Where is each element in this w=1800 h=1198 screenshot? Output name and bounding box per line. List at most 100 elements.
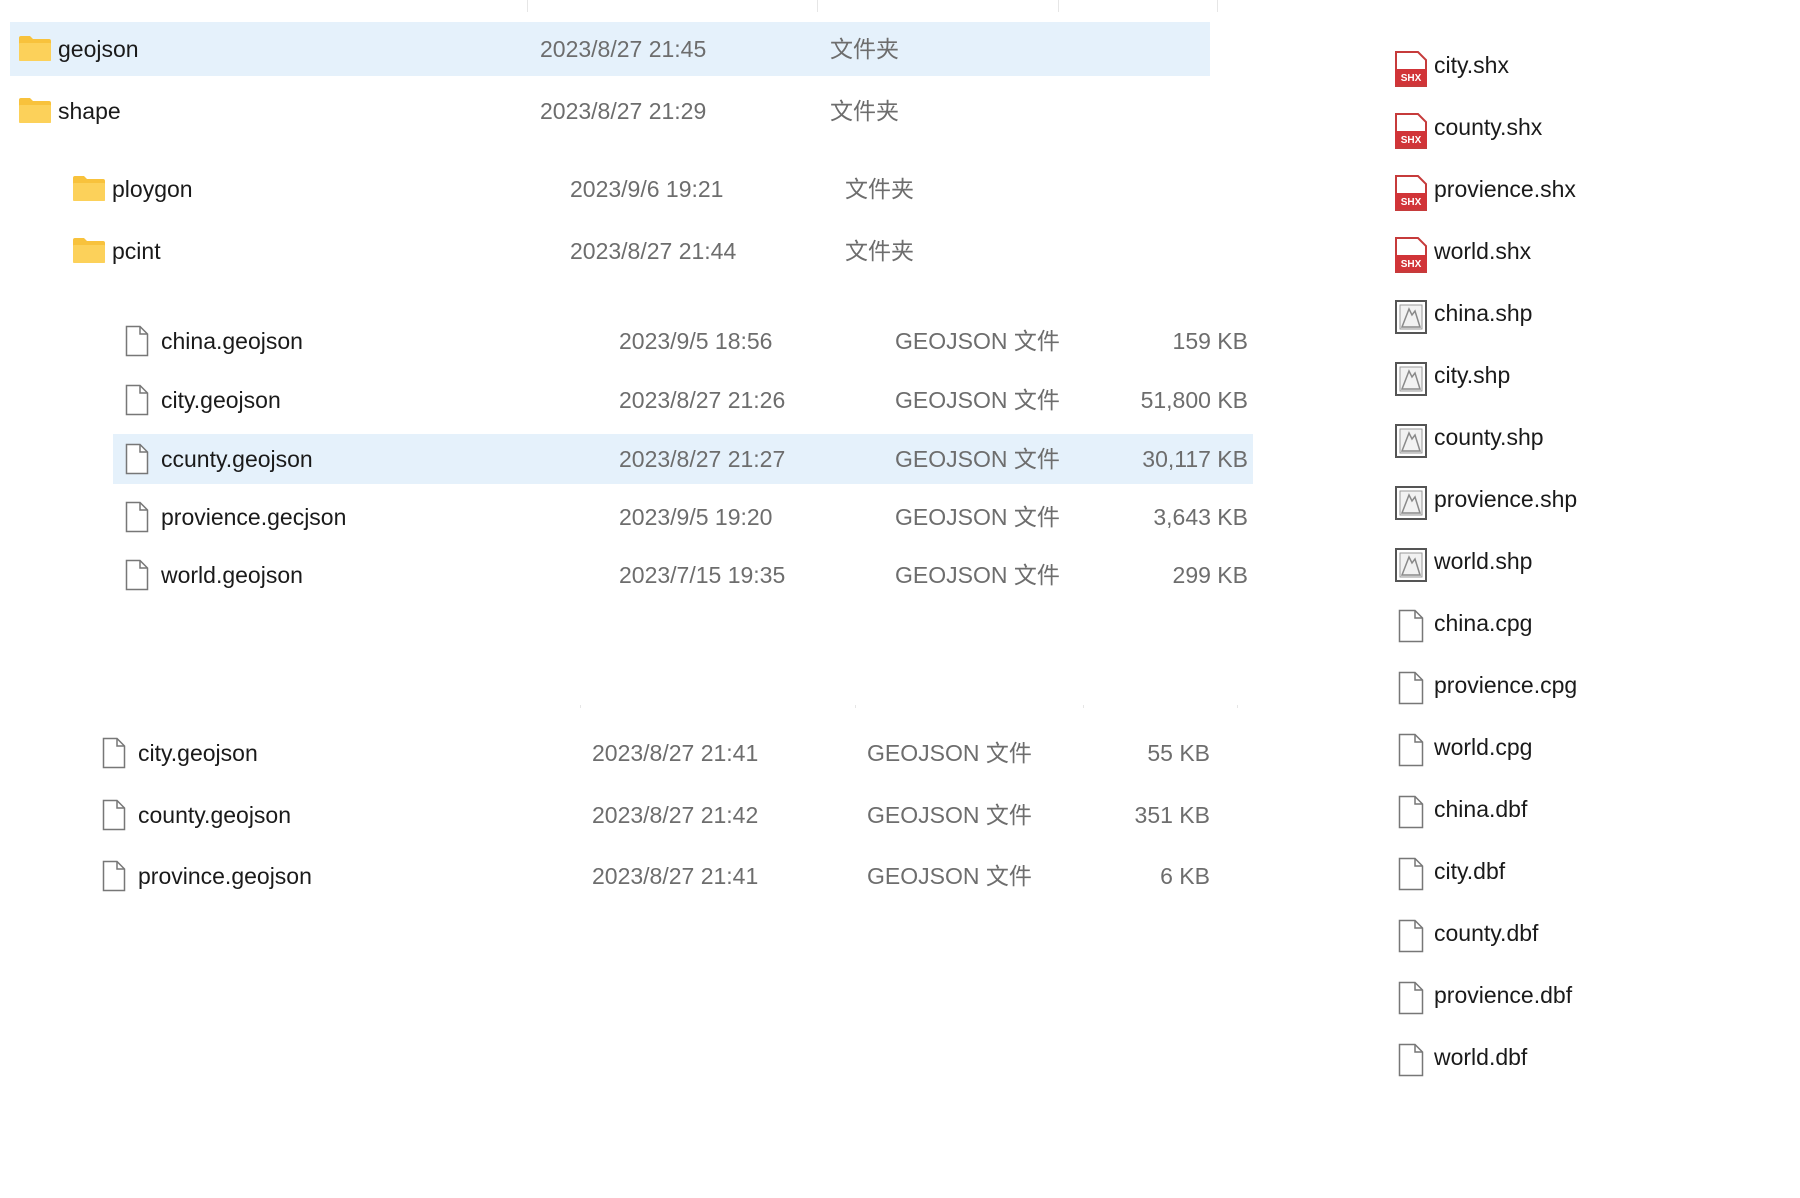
shp-file-icon — [1394, 423, 1428, 464]
shp-file-icon — [1394, 547, 1428, 588]
column-divider — [1217, 0, 1218, 12]
file-row[interactable]: ccunty.geojson 2023/8/27 21:27 GEOJSON 文… — [113, 434, 1253, 484]
date-modified: 2023/8/27 21:27 — [619, 446, 786, 472]
file-type: 文件夹 — [830, 98, 899, 124]
folder-icon — [18, 96, 52, 129]
file-name: china.cpg — [1434, 610, 1533, 636]
file-type: GEOJSON 文件 — [867, 863, 1032, 889]
file-size: 51,800 KB — [1140, 387, 1248, 413]
file-name: china.geojson — [161, 328, 303, 354]
file-type: 文件夹 — [830, 36, 899, 62]
file-type: GEOJSON 文件 — [895, 387, 1060, 413]
file-name: county.shx — [1434, 114, 1543, 140]
file-size: 55 KB — [1147, 740, 1210, 766]
shx-file-icon: SHX — [1394, 175, 1428, 216]
shx-file-icon: SHX — [1394, 113, 1428, 154]
file-name: provience.shx — [1434, 176, 1576, 202]
file-name: county.geojson — [138, 802, 292, 828]
file-icon — [125, 559, 149, 596]
file-icon — [1398, 981, 1424, 1020]
file-type: GEOJSON 文件 — [895, 562, 1060, 588]
shx-file-icon: SHX — [1394, 237, 1428, 278]
date-modified: 2023/9/6 19:21 — [570, 176, 724, 202]
file-type: GEOJSON 文件 — [895, 446, 1060, 472]
file-name: city.shp — [1434, 362, 1511, 388]
file-name: geojson — [58, 36, 139, 62]
file-size: 159 KB — [1172, 328, 1248, 354]
file-name: ccunty.geojson — [161, 446, 313, 472]
folder-icon — [18, 34, 52, 67]
file-size: 3,643 KB — [1153, 504, 1248, 530]
file-name: county.shp — [1434, 424, 1544, 450]
file-icon — [1398, 609, 1424, 648]
file-size: 30,117 KB — [1142, 446, 1248, 472]
folder-row[interactable]: geojson 2023/8/27 21:45 文件夹 — [10, 22, 1210, 76]
file-icon — [1398, 671, 1424, 710]
file-icon — [125, 325, 149, 362]
file-name: world.cpg — [1434, 734, 1533, 760]
file-row[interactable]: provience.gecjson 2023/9/5 19:20 GEOJSON… — [113, 494, 1253, 540]
file-type: GEOJSON 文件 — [867, 802, 1032, 828]
column-divider — [1058, 0, 1059, 12]
date-modified: 2023/8/27 21:41 — [592, 863, 759, 889]
file-name: city.geojson — [138, 740, 258, 766]
file-name: city.dbf — [1434, 858, 1506, 884]
file-name: provience.cpg — [1434, 672, 1578, 698]
file-size: 299 KB — [1172, 562, 1248, 588]
file-size: 351 KB — [1134, 802, 1210, 828]
date-modified: 2023/8/27 21:41 — [592, 740, 759, 766]
file-name: world.shp — [1434, 548, 1533, 574]
svg-text:SHX: SHX — [1401, 73, 1422, 84]
file-icon — [1398, 733, 1424, 772]
file-name: shape — [58, 98, 121, 124]
column-divider — [527, 0, 528, 12]
file-row[interactable]: city.geojson 2023/8/27 21:41 GEOJSON 文件 … — [90, 728, 1240, 778]
shp-file-icon — [1394, 361, 1428, 402]
file-name: world.geojson — [161, 562, 303, 588]
svg-text:SHX: SHX — [1401, 259, 1422, 270]
file-type: GEOJSON 文件 — [895, 504, 1060, 530]
file-icon — [1398, 1043, 1424, 1082]
date-modified: 2023/9/5 18:56 — [619, 328, 773, 354]
file-row[interactable]: province.geojson 2023/8/27 21:41 GEOJSON… — [90, 851, 1240, 901]
folder-icon — [72, 236, 106, 269]
file-name: pcint — [112, 238, 161, 264]
file-icon — [1398, 795, 1424, 834]
file-icon — [102, 737, 126, 774]
date-modified: 2023/8/27 21:26 — [619, 387, 786, 413]
file-name: provience.gecjson — [161, 504, 347, 530]
file-icon — [125, 443, 149, 480]
file-name: ploygon — [112, 176, 193, 202]
date-modified: 2023/8/27 21:44 — [570, 238, 737, 264]
file-name: world.dbf — [1434, 1044, 1528, 1070]
file-type: GEOJSON 文件 — [867, 740, 1032, 766]
svg-text:SHX: SHX — [1401, 197, 1422, 208]
shp-file-icon — [1394, 299, 1428, 340]
file-name: city.geojson — [161, 387, 281, 413]
file-name: world.shx — [1434, 238, 1532, 264]
file-icon — [1398, 919, 1424, 958]
folder-row[interactable]: ploygon 2023/9/6 19:21 文件夹 — [60, 164, 1160, 214]
svg-text:SHX: SHX — [1401, 135, 1422, 146]
file-icon — [1398, 857, 1424, 896]
file-row[interactable]: county.geojson 2023/8/27 21:42 GEOJSON 文… — [90, 790, 1240, 840]
column-divider — [580, 705, 581, 708]
file-name: provience.shp — [1434, 486, 1578, 512]
file-row[interactable]: world.geojson 2023/7/15 19:35 GEOJSON 文件… — [113, 552, 1253, 598]
folder-row[interactable]: pcint 2023/8/27 21:44 文件夹 — [60, 226, 1160, 276]
shx-file-icon: SHX — [1394, 51, 1428, 92]
file-type: GEOJSON 文件 — [895, 328, 1060, 354]
shp-file-icon — [1394, 485, 1428, 526]
file-row[interactable]: city.geojson 2023/8/27 21:26 GEOJSON 文件 … — [113, 377, 1253, 423]
file-icon — [125, 384, 149, 421]
file-icon — [125, 501, 149, 538]
folder-row[interactable]: shape 2023/8/27 21:29 文件夹 — [10, 86, 1210, 136]
date-modified: 2023/8/27 21:42 — [592, 802, 759, 828]
date-modified: 2023/8/27 21:45 — [540, 36, 707, 62]
file-name: china.dbf — [1434, 796, 1528, 822]
column-divider — [1237, 705, 1238, 708]
date-modified: 2023/7/15 19:35 — [619, 562, 786, 588]
file-row[interactable]: china.geojson 2023/9/5 18:56 GEOJSON 文件 … — [113, 318, 1253, 364]
column-divider — [855, 705, 856, 708]
file-type: 文件夹 — [845, 238, 914, 264]
